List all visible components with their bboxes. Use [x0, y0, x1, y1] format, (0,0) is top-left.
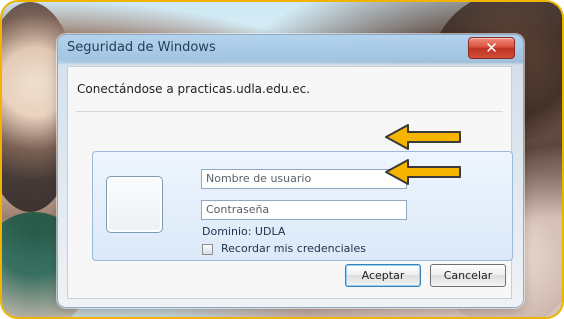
- title-bar: Seguridad de Windows ✕: [58, 35, 523, 60]
- arrow-pointer-icon: [385, 124, 461, 150]
- remember-credentials-label[interactable]: Recordar mis credenciales: [221, 242, 366, 255]
- divider: [76, 111, 503, 112]
- domain-label: Dominio: UDLA: [202, 225, 286, 238]
- arrow-pointer-icon: [385, 159, 461, 185]
- password-input[interactable]: Contraseña: [201, 200, 407, 220]
- username-input[interactable]: Nombre de usuario: [201, 169, 407, 189]
- user-tile-icon: [106, 176, 163, 233]
- close-icon[interactable]: ✕: [469, 38, 514, 58]
- accept-button[interactable]: Aceptar: [345, 264, 421, 287]
- cancel-button[interactable]: Cancelar: [430, 264, 506, 287]
- remember-credentials-checkbox[interactable]: [202, 244, 213, 255]
- dialog-title: Seguridad de Windows: [67, 40, 216, 55]
- close-button[interactable]: ✕: [468, 37, 515, 59]
- screenshot-frame: Seguridad de Windows ✕ Conectándose a pr…: [0, 0, 564, 319]
- connection-text: Conectándose a practicas.udla.edu.ec.: [77, 82, 311, 96]
